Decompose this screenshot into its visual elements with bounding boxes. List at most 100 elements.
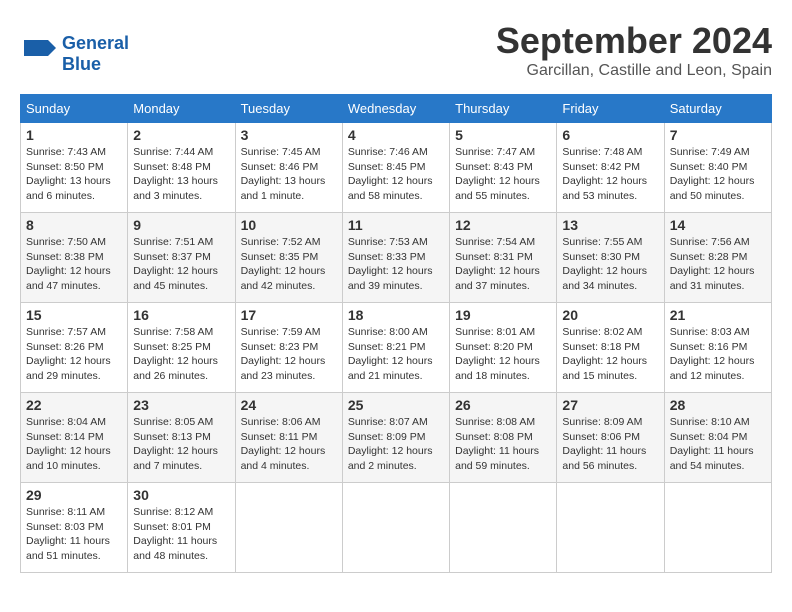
- day-info: Sunrise: 7:45 AMSunset: 8:46 PMDaylight:…: [241, 145, 337, 204]
- day-info: Sunrise: 8:05 AMSunset: 8:13 PMDaylight:…: [133, 415, 229, 474]
- calendar-cell: 21 Sunrise: 8:03 AMSunset: 8:16 PMDayligh…: [664, 303, 771, 393]
- day-info: Sunrise: 8:09 AMSunset: 8:06 PMDaylight:…: [562, 415, 658, 474]
- calendar-cell: 22Sunrise: 8:04 AMSunset: 8:14 PMDayligh…: [21, 393, 128, 483]
- week-row-4: 22Sunrise: 8:04 AMSunset: 8:14 PMDayligh…: [21, 393, 772, 483]
- calendar-cell: 7 Sunrise: 7:49 AMSunset: 8:40 PMDaylight…: [664, 123, 771, 213]
- calendar-table: Sunday Monday Tuesday Wednesday Thursday…: [20, 94, 772, 573]
- day-number: 9: [133, 217, 229, 233]
- header-friday: Friday: [557, 95, 664, 123]
- day-number: 25: [348, 397, 444, 413]
- day-number: 26: [455, 397, 551, 413]
- month-title: September 2024: [496, 20, 772, 62]
- header-wednesday: Wednesday: [342, 95, 449, 123]
- day-number: 7: [670, 127, 766, 143]
- calendar-cell: [557, 483, 664, 573]
- calendar-cell: 20 Sunrise: 8:02 AMSunset: 8:18 PMDayligh…: [557, 303, 664, 393]
- day-info: Sunrise: 7:50 AMSunset: 8:38 PMDaylight:…: [26, 235, 122, 294]
- day-info: Sunrise: 7:52 AMSunset: 8:35 PMDaylight:…: [241, 235, 337, 294]
- day-info: Sunrise: 8:10 AMSunset: 8:04 PMDaylight:…: [670, 415, 766, 474]
- day-number: 18: [348, 307, 444, 323]
- day-number: 21: [670, 307, 766, 323]
- day-info: Sunrise: 8:03 AMSunset: 8:16 PMDaylight:…: [670, 325, 766, 384]
- day-info: Sunrise: 7:57 AMSunset: 8:26 PMDaylight:…: [26, 325, 122, 384]
- calendar-cell: 15 Sunrise: 7:57 AMSunset: 8:26 PMDayligh…: [21, 303, 128, 393]
- logo-text: General Blue: [62, 33, 129, 76]
- day-info: Sunrise: 7:46 AMSunset: 8:45 PMDaylight:…: [348, 145, 444, 204]
- header-saturday: Saturday: [664, 95, 771, 123]
- calendar-cell: 5Sunrise: 7:47 AMSunset: 8:43 PMDaylight…: [450, 123, 557, 213]
- week-row-1: 1 Sunrise: 7:43 AMSunset: 8:50 PMDaylight…: [21, 123, 772, 213]
- day-number: 27: [562, 397, 658, 413]
- day-info: Sunrise: 7:59 AMSunset: 8:23 PMDaylight:…: [241, 325, 337, 384]
- day-info: Sunrise: 8:06 AMSunset: 8:11 PMDaylight:…: [241, 415, 337, 474]
- header-thursday: Thursday: [450, 95, 557, 123]
- calendar-cell: [664, 483, 771, 573]
- day-info: Sunrise: 8:12 AMSunset: 8:01 PMDaylight:…: [133, 505, 229, 564]
- calendar-cell: 11Sunrise: 7:53 AMSunset: 8:33 PMDayligh…: [342, 213, 449, 303]
- day-info: Sunrise: 7:54 AMSunset: 8:31 PMDaylight:…: [455, 235, 551, 294]
- day-number: 2: [133, 127, 229, 143]
- calendar-cell: 25 Sunrise: 8:07 AMSunset: 8:09 PMDayligh…: [342, 393, 449, 483]
- day-info: Sunrise: 7:44 AMSunset: 8:48 PMDaylight:…: [133, 145, 229, 204]
- calendar-cell: 12 Sunrise: 7:54 AMSunset: 8:31 PMDayligh…: [450, 213, 557, 303]
- calendar-cell: 17 Sunrise: 7:59 AMSunset: 8:23 PMDayligh…: [235, 303, 342, 393]
- top-row: General Blue September 2024 Garcillan, C…: [20, 20, 772, 84]
- day-info: Sunrise: 7:51 AMSunset: 8:37 PMDaylight:…: [133, 235, 229, 294]
- calendar-cell: 10 Sunrise: 7:52 AMSunset: 8:35 PMDayligh…: [235, 213, 342, 303]
- day-info: Sunrise: 7:43 AMSunset: 8:50 PMDaylight:…: [26, 145, 122, 204]
- calendar-cell: 8Sunrise: 7:50 AMSunset: 8:38 PMDaylight…: [21, 213, 128, 303]
- calendar-cell: 28 Sunrise: 8:10 AMSunset: 8:04 PMDayligh…: [664, 393, 771, 483]
- calendar-cell: [235, 483, 342, 573]
- day-number: 1: [26, 127, 122, 143]
- day-number: 3: [241, 127, 337, 143]
- day-info: Sunrise: 8:11 AMSunset: 8:03 PMDaylight:…: [26, 505, 122, 564]
- day-info: Sunrise: 7:56 AMSunset: 8:28 PMDaylight:…: [670, 235, 766, 294]
- header-row: Sunday Monday Tuesday Wednesday Thursday…: [21, 95, 772, 123]
- day-number: 30: [133, 487, 229, 503]
- day-number: 12: [455, 217, 551, 233]
- day-number: 4: [348, 127, 444, 143]
- day-number: 22: [26, 397, 122, 413]
- calendar-cell: 23 Sunrise: 8:05 AMSunset: 8:13 PMDayligh…: [128, 393, 235, 483]
- calendar-cell: 24 Sunrise: 8:06 AMSunset: 8:11 PMDayligh…: [235, 393, 342, 483]
- calendar-cell: 2 Sunrise: 7:44 AMSunset: 8:48 PMDaylight…: [128, 123, 235, 213]
- logo: General Blue: [20, 33, 129, 76]
- calendar-cell: 1 Sunrise: 7:43 AMSunset: 8:50 PMDaylight…: [21, 123, 128, 213]
- day-info: Sunrise: 8:01 AMSunset: 8:20 PMDaylight:…: [455, 325, 551, 384]
- day-info: Sunrise: 8:00 AMSunset: 8:21 PMDaylight:…: [348, 325, 444, 384]
- week-row-5: 29Sunrise: 8:11 AMSunset: 8:03 PMDayligh…: [21, 483, 772, 573]
- day-number: 10: [241, 217, 337, 233]
- day-number: 6: [562, 127, 658, 143]
- calendar-cell: 9 Sunrise: 7:51 AMSunset: 8:37 PMDaylight…: [128, 213, 235, 303]
- calendar-cell: 29Sunrise: 8:11 AMSunset: 8:03 PMDayligh…: [21, 483, 128, 573]
- day-number: 14: [670, 217, 766, 233]
- day-info: Sunrise: 7:49 AMSunset: 8:40 PMDaylight:…: [670, 145, 766, 204]
- day-info: Sunrise: 8:08 AMSunset: 8:08 PMDaylight:…: [455, 415, 551, 474]
- calendar-cell: 14 Sunrise: 7:56 AMSunset: 8:28 PMDayligh…: [664, 213, 771, 303]
- week-row-3: 15 Sunrise: 7:57 AMSunset: 8:26 PMDayligh…: [21, 303, 772, 393]
- calendar-cell: 4 Sunrise: 7:46 AMSunset: 8:45 PMDaylight…: [342, 123, 449, 213]
- day-number: 5: [455, 127, 551, 143]
- location-title: Garcillan, Castille and Leon, Spain: [496, 62, 772, 80]
- logo-icon: [20, 36, 56, 72]
- day-number: 24: [241, 397, 337, 413]
- day-number: 11: [348, 217, 444, 233]
- day-number: 16: [133, 307, 229, 323]
- day-info: Sunrise: 7:55 AMSunset: 8:30 PMDaylight:…: [562, 235, 658, 294]
- title-area: September 2024 Garcillan, Castille and L…: [496, 20, 772, 80]
- calendar-cell: [342, 483, 449, 573]
- day-info: Sunrise: 8:02 AMSunset: 8:18 PMDaylight:…: [562, 325, 658, 384]
- calendar-cell: 26 Sunrise: 8:08 AMSunset: 8:08 PMDayligh…: [450, 393, 557, 483]
- day-number: 19: [455, 307, 551, 323]
- day-number: 17: [241, 307, 337, 323]
- calendar-cell: 13Sunrise: 7:55 AMSunset: 8:30 PMDayligh…: [557, 213, 664, 303]
- day-info: Sunrise: 8:07 AMSunset: 8:09 PMDaylight:…: [348, 415, 444, 474]
- calendar-cell: 19 Sunrise: 8:01 AMSunset: 8:20 PMDayligh…: [450, 303, 557, 393]
- calendar-cell: 16Sunrise: 7:58 AMSunset: 8:25 PMDayligh…: [128, 303, 235, 393]
- day-number: 20: [562, 307, 658, 323]
- day-number: 23: [133, 397, 229, 413]
- calendar-cell: 6Sunrise: 7:48 AMSunset: 8:42 PMDaylight…: [557, 123, 664, 213]
- calendar-cell: 27 Sunrise: 8:09 AMSunset: 8:06 PMDayligh…: [557, 393, 664, 483]
- day-number: 15: [26, 307, 122, 323]
- day-number: 28: [670, 397, 766, 413]
